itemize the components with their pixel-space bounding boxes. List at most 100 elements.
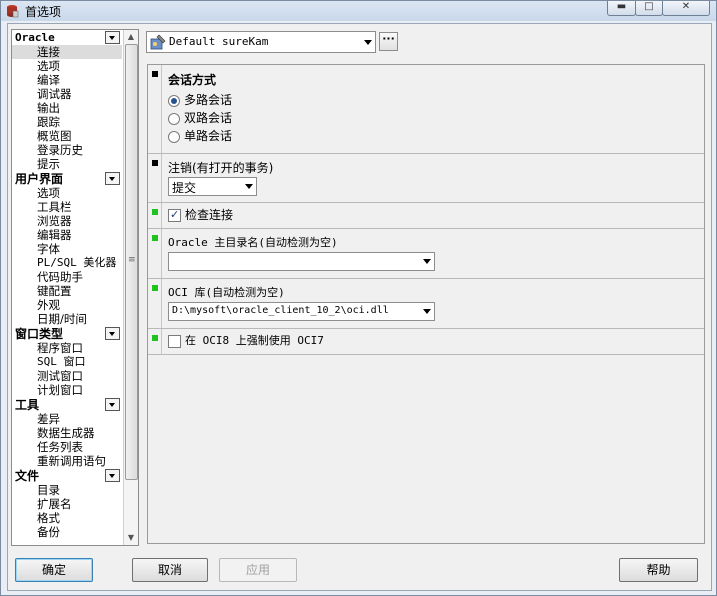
nav-item[interactable]: 编译: [12, 73, 122, 87]
category-header[interactable]: Oracle: [12, 31, 122, 45]
nav-item[interactable]: 字体: [12, 242, 122, 256]
close-icon: ✕: [681, 1, 691, 12]
title-bar: 首选项 ▬ □ ✕: [1, 1, 716, 21]
nav-item[interactable]: 跟踪: [12, 115, 122, 129]
section-marker: [152, 160, 158, 166]
help-button[interactable]: 帮助: [619, 558, 698, 582]
profile-value: Default sureKam: [169, 35, 269, 48]
nav-item[interactable]: PL/SQL 美化器: [12, 256, 122, 270]
nav-item[interactable]: SQL 窗口: [12, 355, 122, 369]
chevron-down-icon: [364, 40, 372, 45]
category-header[interactable]: 文件: [12, 469, 122, 483]
force-oci7-checkbox[interactable]: 在 OCI8 上强制使用 OCI7: [168, 333, 324, 349]
close-button[interactable]: ✕: [662, 1, 710, 16]
oci-library-value: D:\mysoft\oracle_client_10_2\oci.dll: [172, 305, 389, 316]
profile-more-button[interactable]: ···: [379, 32, 398, 51]
radio-dual-session[interactable]: 双路会话: [168, 110, 232, 126]
nav-item[interactable]: 日期/时间: [12, 312, 122, 326]
checkbox-label: 检查连接: [185, 208, 234, 222]
collapse-chevron-icon[interactable]: [105, 31, 120, 44]
divider: [161, 65, 162, 153]
section-marker: [152, 285, 158, 291]
logoff-label: 注销(有打开的事务): [168, 161, 274, 175]
nav-item[interactable]: 概览图: [12, 129, 122, 143]
section-logoff: 注销(有打开的事务) 提交: [148, 154, 704, 203]
nav-item[interactable]: 计划窗口: [12, 383, 122, 397]
nav-item[interactable]: 编辑器: [12, 228, 122, 242]
radio-single-session[interactable]: 单路会话: [168, 128, 232, 144]
checkbox-label: 在 OCI8 上强制使用 OCI7: [185, 334, 324, 347]
minimize-icon: ▬: [616, 1, 627, 12]
category-header[interactable]: 用户界面: [12, 172, 122, 186]
collapse-chevron-icon[interactable]: [105, 469, 120, 482]
nav-item[interactable]: 备份: [12, 525, 122, 539]
section-check-connection: 检查连接: [148, 203, 704, 229]
profile-select[interactable]: Default sureKam: [146, 31, 376, 53]
scroll-up-arrow-icon[interactable]: ▲: [124, 30, 138, 44]
nav-item[interactable]: 调试器: [12, 87, 122, 101]
nav-item[interactable]: 选项: [12, 59, 122, 73]
collapse-chevron-icon[interactable]: [105, 172, 120, 185]
nav-item[interactable]: 连接: [12, 45, 122, 59]
logoff-select[interactable]: 提交: [168, 177, 257, 196]
nav-item[interactable]: 重新调用语句: [12, 454, 122, 468]
category-label: 文件: [15, 469, 40, 483]
nav-item[interactable]: 工具栏: [12, 200, 122, 214]
category-label: Oracle: [15, 31, 55, 44]
radio-icon: [168, 130, 180, 143]
nav-item[interactable]: 程序窗口: [12, 341, 122, 355]
category-header[interactable]: 窗口类型: [12, 327, 122, 341]
radio-label: 单路会话: [184, 129, 233, 143]
apply-button[interactable]: 应用: [219, 558, 297, 582]
section-oracle-home: Oracle 主目录名(自动检测为空): [148, 229, 704, 279]
section-session-mode: 会话方式 多路会话 双路会话 单路会话: [148, 65, 704, 154]
window-title: 首选项: [25, 5, 62, 19]
grip-icon: ≡: [128, 255, 136, 265]
nav-item[interactable]: 提示: [12, 157, 122, 171]
oci-library-select[interactable]: D:\mysoft\oracle_client_10_2\oci.dll: [168, 302, 435, 321]
category-tree: Oracle 连接 选项 编译 调试器 输出 跟踪 概览图 登录历史 提示 用户界面 选项 工具栏 浏览器…: [11, 29, 139, 546]
scroll-down-arrow-icon[interactable]: ▼: [124, 531, 138, 545]
nav-item[interactable]: 目录: [12, 483, 122, 497]
category-header[interactable]: 工具: [12, 398, 122, 412]
ellipsis-icon: ···: [382, 32, 395, 45]
nav-item[interactable]: 扩展名: [12, 497, 122, 511]
nav-item[interactable]: 测试窗口: [12, 369, 122, 383]
nav-item[interactable]: 代码助手: [12, 270, 122, 284]
nav-item[interactable]: 任务列表: [12, 440, 122, 454]
check-connection-checkbox[interactable]: 检查连接: [168, 207, 233, 223]
minimize-button[interactable]: ▬: [607, 1, 636, 16]
ok-button[interactable]: 确定: [15, 558, 93, 582]
oci-library-label: OCI 库(自动检测为空): [168, 286, 285, 299]
nav-item[interactable]: 差异: [12, 412, 122, 426]
divider: [161, 329, 162, 354]
scroll-thumb[interactable]: ≡: [125, 44, 138, 480]
nav-item[interactable]: 格式: [12, 511, 122, 525]
nav-item[interactable]: 输出: [12, 101, 122, 115]
section-force-oci7: 在 OCI8 上强制使用 OCI7: [148, 329, 704, 355]
chevron-down-icon: [423, 259, 431, 264]
radio-multi-session[interactable]: 多路会话: [168, 92, 232, 108]
maximize-button[interactable]: □: [635, 1, 663, 16]
collapse-chevron-icon[interactable]: [105, 327, 120, 340]
radio-icon: [168, 112, 180, 125]
logoff-value: 提交: [172, 181, 197, 195]
nav-scrollbar[interactable]: ▲ ≡ ▼: [123, 30, 138, 545]
divider: [161, 279, 162, 328]
nav-item[interactable]: 数据生成器: [12, 426, 122, 440]
category-label: 工具: [15, 398, 40, 412]
category-list: Oracle 连接 选项 编译 调试器 输出 跟踪 概览图 登录历史 提示 用户界面 选项 工具栏 浏览器…: [12, 30, 122, 539]
nav-item[interactable]: 键配置: [12, 284, 122, 298]
dialog-client: Oracle 连接 选项 编译 调试器 输出 跟踪 概览图 登录历史 提示 用户界面 选项 工具栏 浏览器…: [7, 23, 712, 591]
nav-item[interactable]: 登录历史: [12, 143, 122, 157]
nav-item[interactable]: 选项: [12, 186, 122, 200]
collapse-chevron-icon[interactable]: [105, 398, 120, 411]
nav-item[interactable]: 外观: [12, 298, 122, 312]
oracle-home-select[interactable]: [168, 252, 435, 271]
nav-item[interactable]: 浏览器: [12, 214, 122, 228]
section-marker: [152, 71, 158, 77]
checkbox-icon: [168, 207, 181, 223]
preferences-window: 首选项 ▬ □ ✕ Oracle 连接 选项 编译 调试器 输出 跟踪 概览图 登录历史 提示 用户…: [0, 0, 717, 596]
section-marker: [152, 209, 158, 215]
cancel-button[interactable]: 取消: [132, 558, 208, 582]
